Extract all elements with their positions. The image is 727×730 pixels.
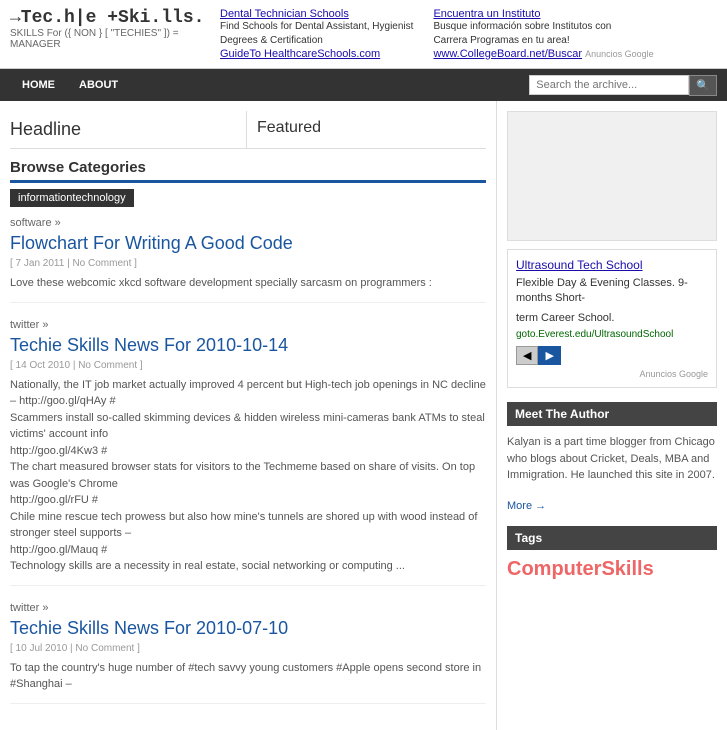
ad1-line2: Degrees & Certification [220, 34, 413, 48]
ad2-line1: Busque información sobre Institutos con [433, 20, 653, 34]
ad2-link[interactable]: Encuentra un Instituto [433, 8, 540, 20]
post-2: twitter » Techie Skills News For 2010-10… [10, 319, 486, 586]
main-layout: Headline Featured Browse Categories info… [0, 101, 727, 730]
featured-title: Featured [257, 119, 486, 137]
nav-search-area: 🔍 [529, 75, 717, 96]
ad-navigation: ◀ ▶ [516, 346, 708, 365]
post-1: software » Flowchart For Writing A Good … [10, 217, 486, 303]
browse-heading: Browse Categories [10, 159, 486, 183]
sidebar-ad-link[interactable]: goto.Everest.edu/UltrasoundSchool [516, 329, 673, 340]
ad2-link2[interactable]: www.CollegeBoard.net/Buscar [433, 48, 582, 60]
header-ads: Dental Technician Schools Find Schools f… [210, 8, 717, 60]
meet-author-text: Kalyan is a part time blogger from Chica… [507, 434, 717, 484]
post-3-excerpt: To tap the country's huge number of #tec… [10, 660, 486, 693]
headline-col: Headline [10, 111, 246, 148]
ad-prev-button[interactable]: ◀ [516, 346, 538, 365]
logo-area: →Tec.h|e +Ski.lls. SKILLS For ({ NON } [… [10, 8, 210, 50]
ad1-link[interactable]: Dental Technician Schools [220, 8, 349, 20]
sidebar-ad-title[interactable]: Ultrasound Tech School [516, 258, 643, 272]
ad-next-button[interactable]: ▶ [538, 346, 560, 365]
tags-section: Tags ComputerSkills [507, 526, 717, 581]
sidebar-ad-line2: term Career School. [516, 311, 708, 326]
sidebar-ad-block: Ultrasound Tech School Flexible Day & Ev… [507, 249, 717, 388]
logo-subtitle: SKILLS For ({ NON } [ "TECHIES" ]) = MAN… [10, 28, 210, 50]
post-3-meta: [ 10 Jul 2010 | No Comment ] [10, 643, 486, 654]
headline-featured-row: Headline Featured [10, 111, 486, 149]
sidebar-ad-image [507, 111, 717, 241]
meet-author-section: Meet The Author Kalyan is a part time bl… [507, 402, 717, 512]
post-1-excerpt: Love these webcomic xkcd software develo… [10, 275, 486, 292]
category-tag-it[interactable]: informationtechnology [10, 189, 134, 207]
post-1-category: software » [10, 217, 486, 229]
meet-author-heading: Meet The Author [507, 402, 717, 426]
ad1-line1: Find Schools for Dental Assistant, Hygie… [220, 20, 413, 34]
ad2-label: Anuncios Google [585, 49, 654, 59]
search-button[interactable]: 🔍 [689, 75, 717, 96]
search-input[interactable] [529, 75, 689, 95]
ad2-line2: Carrera Programas en tu area! [433, 34, 653, 48]
sidebar: Ultrasound Tech School Flexible Day & Ev… [497, 101, 727, 730]
nav-home[interactable]: HOME [10, 69, 67, 101]
post-3-title[interactable]: Techie Skills News For 2010-07-10 [10, 618, 486, 639]
site-logo[interactable]: →Tec.h|e +Ski.lls. [10, 8, 210, 28]
sidebar-ad-line1: Flexible Day & Evening Classes. 9-months… [516, 276, 708, 307]
nav-bar: HOME ABOUT 🔍 [0, 69, 727, 101]
post-3-category: twitter » [10, 602, 486, 614]
anuncios-label: Anuncios Google [516, 369, 708, 379]
nav-about[interactable]: ABOUT [67, 69, 130, 101]
post-2-meta: [ 14 Oct 2010 | No Comment ] [10, 360, 486, 371]
post-2-category: twitter » [10, 319, 486, 331]
top-header: →Tec.h|e +Ski.lls. SKILLS For ({ NON } [… [0, 0, 727, 69]
content-area: Headline Featured Browse Categories info… [0, 101, 497, 730]
headline-title: Headline [10, 119, 246, 140]
header-ad-1: Dental Technician Schools Find Schools f… [220, 8, 413, 60]
meet-author-more-link[interactable]: More → [507, 500, 546, 512]
tags-heading: Tags [507, 526, 717, 550]
featured-col: Featured [246, 111, 486, 148]
post-3: twitter » Techie Skills News For 2010-07… [10, 602, 486, 704]
tag-cloud[interactable]: ComputerSkills [507, 558, 717, 581]
browse-categories: Browse Categories informationtechnology [10, 159, 486, 207]
post-1-title[interactable]: Flowchart For Writing A Good Code [10, 233, 486, 254]
ad1-link2[interactable]: GuideTo HealthcareSchools.com [220, 48, 380, 60]
post-2-title[interactable]: Techie Skills News For 2010-10-14 [10, 335, 486, 356]
header-ad-2: Encuentra un Instituto Busque informació… [433, 8, 653, 60]
post-1-meta: [ 7 Jan 2011 | No Comment ] [10, 258, 486, 269]
